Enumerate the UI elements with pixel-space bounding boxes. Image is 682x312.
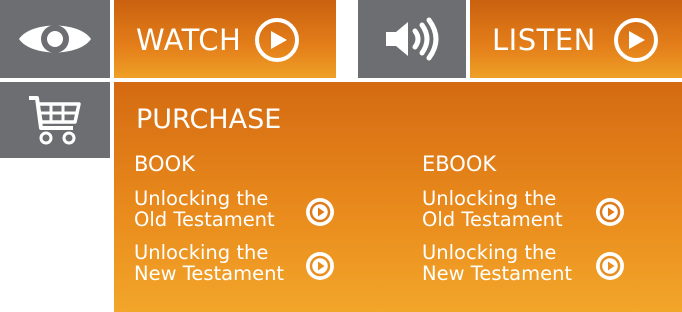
book-new-testament-link[interactable]: Unlocking the New Testament [134,242,334,284]
item-label: Unlocking the New Testament [134,241,285,285]
play-icon[interactable] [306,198,334,226]
ebook-heading: EBOOK [422,152,497,176]
watch-label: WATCH [136,23,242,57]
listen-button[interactable]: LISTEN [492,18,658,62]
listen-icon-tile[interactable] [358,0,466,78]
purchase-panel: PURCHASE BOOK Unlocking the Old Testamen… [114,82,682,312]
watch-button[interactable]: WATCH [136,18,300,62]
item-label: Unlocking the Old Testament [422,187,563,231]
cart-icon [29,96,81,145]
speaker-icon [386,17,439,61]
purchase-icon-tile[interactable] [0,82,110,158]
listen-label: LISTEN [492,23,596,57]
play-icon[interactable] [255,18,300,62]
ebook-new-testament-link[interactable]: Unlocking the New Testament [422,242,624,284]
play-icon[interactable] [613,18,658,62]
book-heading: BOOK [134,152,195,176]
listen-panel[interactable]: LISTEN [470,0,682,78]
ebook-old-testament-link[interactable]: Unlocking the Old Testament [422,188,624,230]
eye-icon [19,25,91,53]
play-icon[interactable] [596,252,624,280]
watch-panel[interactable]: WATCH [114,0,336,78]
item-label: Unlocking the New Testament [422,241,573,285]
play-icon[interactable] [306,252,334,280]
purchase-title: PURCHASE [136,104,282,135]
book-old-testament-link[interactable]: Unlocking the Old Testament [134,188,334,230]
play-icon[interactable] [596,198,624,226]
watch-icon-tile[interactable] [0,0,110,78]
item-label: Unlocking the Old Testament [134,187,275,231]
